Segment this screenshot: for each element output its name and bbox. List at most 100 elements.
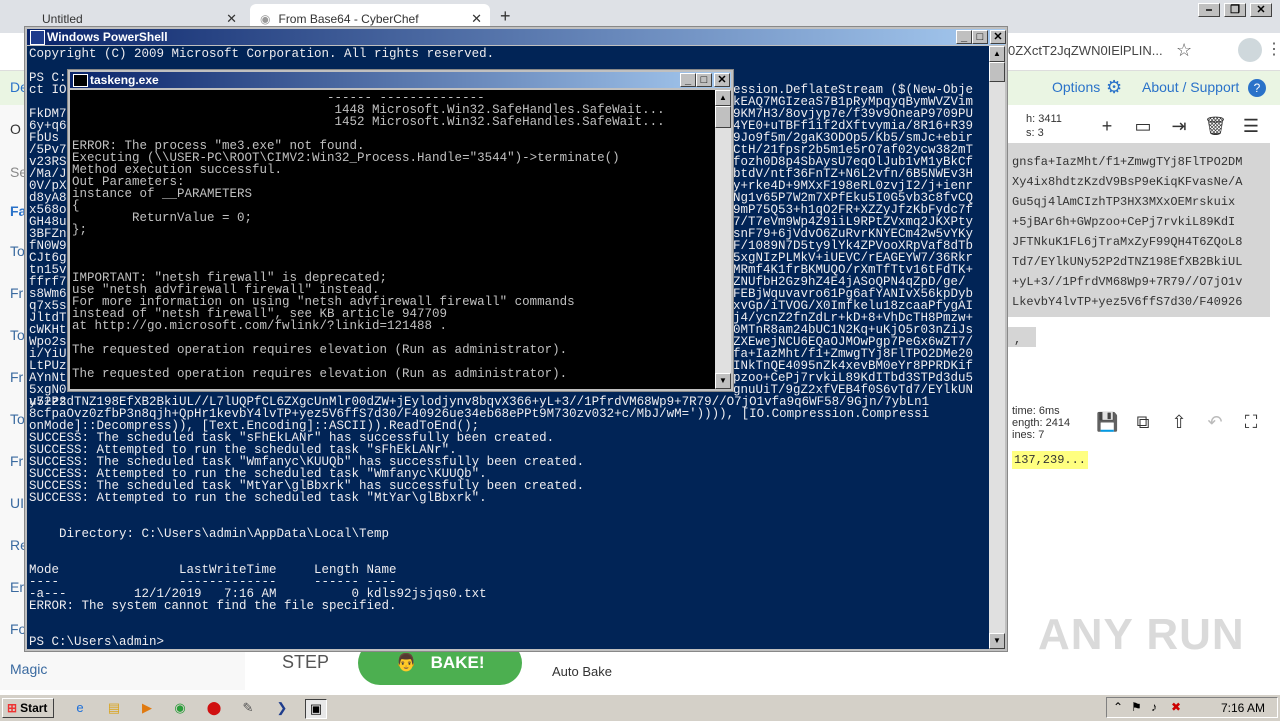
console-line: The requested operation requires elevati…	[72, 343, 568, 357]
input-length-stat: h: 3411	[1026, 113, 1062, 125]
close-tab-icon[interactable]: ✕	[226, 11, 237, 27]
input-line: LkevbY4lvTP+yez5V6ffS7d30/F40926	[1012, 295, 1243, 309]
io-panel: h: 3411 s: 3 + ▭ ⇥ 🗑 ☰ gnsfa+IazMht/f1+Z…	[1008, 105, 1280, 690]
window-title: Windows PowerShell	[47, 30, 168, 44]
output-lines-stat: ines: 7	[1012, 429, 1045, 441]
trash-icon[interactable]: 🗑	[1204, 115, 1227, 137]
list-item[interactable]: Magic	[10, 661, 47, 677]
media-player-icon[interactable]: ▶	[137, 699, 157, 717]
maximize-output-icon[interactable]: ⛶	[1240, 411, 1262, 433]
list-item[interactable]: To	[10, 411, 25, 427]
about-link[interactable]: About / Support	[1142, 79, 1239, 95]
tab-title: From Base64 - CyberChef	[278, 11, 419, 26]
list-item[interactable]: Fr	[10, 285, 23, 301]
close-button[interactable]: ✕	[990, 30, 1006, 44]
input-line: Td7/EYlkUNy52P2dTNZ198EfXB2BkiUL	[1012, 255, 1243, 269]
input-line: +5jBAr6h+GWpzoo+CePj7rvkiL89KdI	[1012, 215, 1236, 229]
layout-icon[interactable]: ☰	[1240, 115, 1262, 137]
output-time-stat: time: 6ms	[1012, 405, 1060, 417]
powershell-icon	[30, 30, 45, 45]
bookmark-star-icon[interactable]: ☆	[1176, 40, 1192, 61]
input-line: Xy4ix8hdtzKzdV9BsP9eKiqKFvasNe/A	[1012, 175, 1243, 189]
import-icon[interactable]: ⇥	[1168, 115, 1190, 137]
block-icon[interactable]: ⬤	[204, 699, 224, 717]
scroll-down-button[interactable]: ▼	[715, 373, 731, 389]
minimize-button[interactable]: _	[680, 73, 696, 87]
replace-input-icon[interactable]: ⇧	[1168, 411, 1190, 433]
tab-title: Untitled	[42, 11, 83, 26]
chef-icon: 👨	[395, 653, 417, 672]
explorer-icon[interactable]: ▤	[104, 699, 124, 717]
taskeng-titlebar[interactable]: taskeng.exe _ □ ✕	[70, 72, 731, 88]
list-item[interactable]: To	[10, 327, 25, 343]
bake-label: BAKE!	[430, 653, 485, 672]
input-line: JFTNkuK1FL6jTraMxZyF99QH4T6ZQoL8	[1012, 235, 1243, 249]
folder-icon[interactable]: ▭	[1132, 115, 1154, 137]
maximize-button[interactable]: ❐	[1224, 3, 1246, 17]
input-line: gnsfa+IazMht/f1+ZmwgTYj8FlTPO2DM	[1012, 155, 1243, 169]
menu-icon[interactable]: ⋮	[1266, 39, 1280, 59]
minimize-button[interactable]: _	[956, 30, 972, 44]
scroll-up-button[interactable]: ▲	[715, 90, 731, 106]
browser-window-controls: ⎯ ❐ ✕	[1198, 2, 1272, 17]
copy-icon[interactable]: ⧉	[1132, 411, 1154, 433]
watermark: ANY RUN	[1038, 610, 1245, 660]
start-label: Start	[20, 701, 48, 715]
undo-icon[interactable]: ↶	[1204, 411, 1226, 433]
help-icon[interactable]: ?	[1248, 79, 1266, 97]
step-button[interactable]: STEP	[282, 652, 329, 673]
add-icon[interactable]: +	[1096, 115, 1118, 137]
new-tab-button[interactable]: +	[500, 6, 511, 27]
ie-icon[interactable]: e	[70, 699, 90, 717]
minimize-button[interactable]: ⎯	[1198, 3, 1220, 17]
input-line: +yL+3//1PfrdVM68Wp9+7R79//O7jO1v	[1012, 275, 1243, 289]
scroll-up-button[interactable]: ▲	[989, 46, 1005, 62]
list-item[interactable]: Fr	[10, 453, 23, 469]
input-tail: ,	[1014, 333, 1022, 347]
maximize-button[interactable]: □	[972, 30, 988, 44]
powershell-taskbar-icon[interactable]: ❯	[272, 699, 292, 717]
list-item[interactable]: To	[10, 243, 25, 259]
taskbar: ⊞ Start e ▤ ▶ ◉ ⬤ ✎ ❯ ▣ ⌃ ⚑ ♪ ✖ 7:16 AM	[0, 694, 1280, 721]
console-line: ERROR: The system cannot find the file s…	[29, 599, 397, 613]
tray-arrow-icon[interactable]: ⌃	[1113, 700, 1123, 714]
console-line: The requested operation requires elevati…	[72, 367, 568, 381]
console-line: Directory: C:\Users\admin\AppData\Local\…	[29, 527, 390, 541]
start-button[interactable]: ⊞ Start	[2, 698, 54, 718]
console-line: SUCCESS: Attempted to run the scheduled …	[29, 491, 487, 505]
list-item[interactable]: Er	[10, 579, 24, 595]
auto-bake-label[interactable]: Auto Bake	[552, 664, 612, 679]
taskeng-window[interactable]: taskeng.exe _ □ ✕ ------ -------------- …	[67, 69, 734, 392]
console-taskbar-icon[interactable]: ▣	[305, 699, 327, 719]
profile-avatar[interactable]	[1238, 38, 1262, 62]
powershell-titlebar[interactable]: Windows PowerShell _ □ ✕	[27, 29, 1006, 45]
close-button[interactable]: ✕	[714, 73, 730, 87]
scroll-down-button[interactable]: ▼	[989, 633, 1005, 649]
list-item[interactable]: UI	[10, 495, 24, 511]
list-item[interactable]: Fr	[10, 369, 23, 385]
save-icon[interactable]: 💾	[1096, 411, 1118, 433]
options-link[interactable]: Options	[1052, 79, 1100, 95]
network-icon[interactable]: ⚑	[1131, 700, 1142, 714]
scroll-thumb[interactable]	[989, 62, 1005, 82]
console-line: 1452 Microsoft.Win32.SafeHandles.SafeWai…	[72, 115, 665, 129]
gear-icon[interactable]: ⚙	[1106, 77, 1122, 98]
console-icon	[73, 74, 88, 87]
url-text[interactable]: 0ZXctT2JqZWN0IElPLIN...	[1008, 43, 1168, 58]
taskeng-console[interactable]: ------ -------------- 1448 Microsoft.Win…	[70, 90, 715, 389]
vertical-scrollbar[interactable]: ▲ ▼	[715, 90, 731, 389]
input-line: Gu5qj4lAmCIzhTP3HX3MXxOEMrskuix	[1012, 195, 1236, 209]
security-icon[interactable]: ✖	[1171, 700, 1181, 714]
page-icon: ◉	[260, 11, 271, 26]
clock[interactable]: 7:16 AM	[1221, 701, 1265, 715]
notepad-icon[interactable]: ✎	[238, 699, 258, 717]
maximize-button[interactable]: □	[696, 73, 712, 87]
close-button[interactable]: ✕	[1250, 3, 1272, 17]
volume-icon[interactable]: ♪	[1151, 700, 1157, 714]
watermark-text: ANY RUN	[1038, 610, 1245, 659]
chrome-icon[interactable]: ◉	[170, 699, 190, 717]
scroll-thumb[interactable]	[715, 106, 731, 128]
vertical-scrollbar[interactable]: ▲ ▼	[989, 46, 1005, 649]
close-tab-icon[interactable]: ✕	[471, 11, 482, 27]
input-area[interactable]	[1008, 143, 1270, 317]
